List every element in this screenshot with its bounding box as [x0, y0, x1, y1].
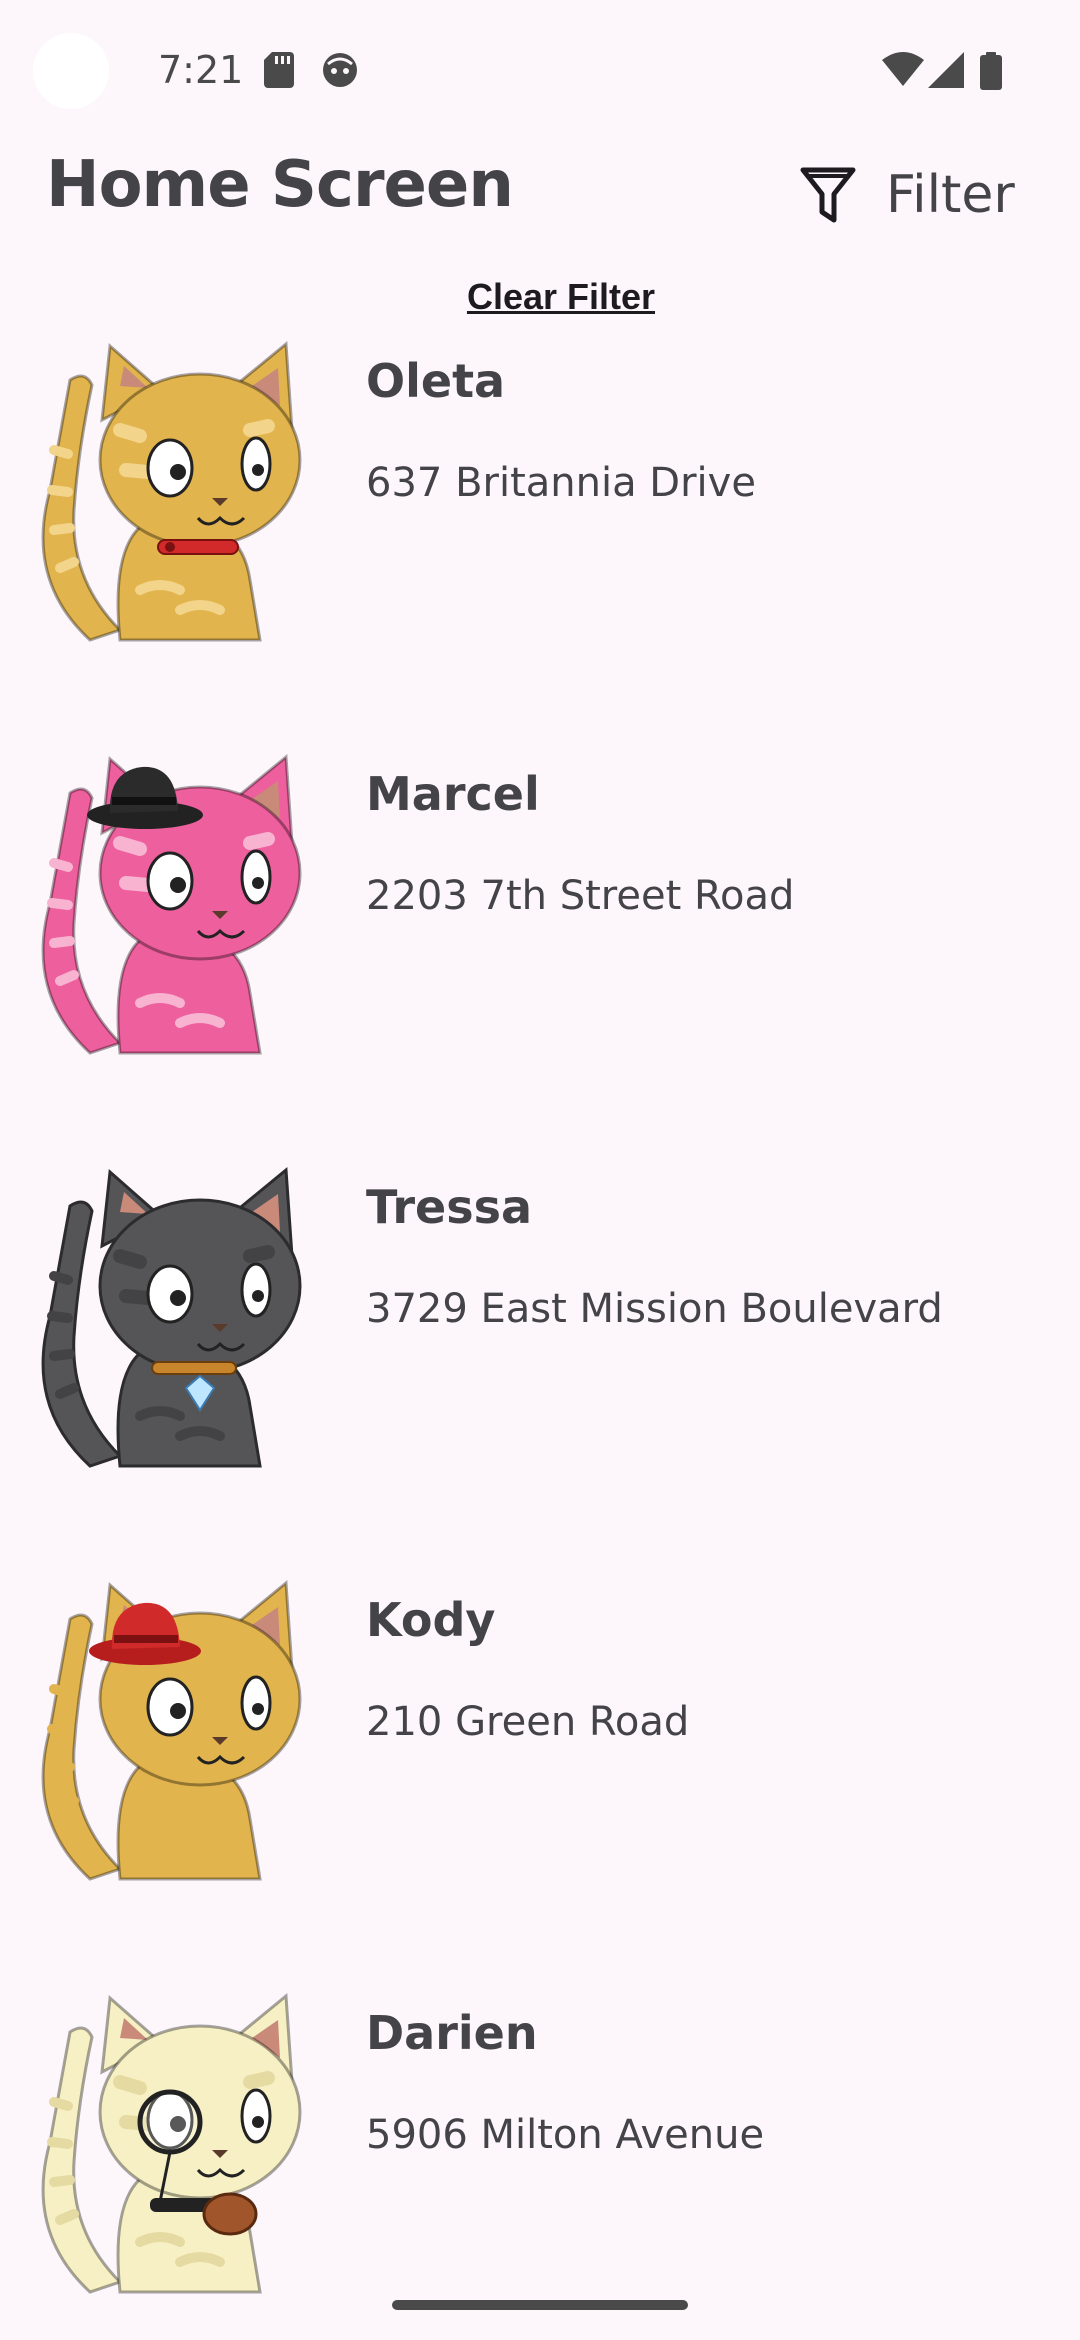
cat-address: 5906 Milton Avenue — [366, 2112, 765, 2158]
gesture-nav-handle[interactable] — [392, 2300, 688, 2310]
cat-name: Darien — [366, 2006, 538, 2060]
cat-list-item[interactable]: Kody 210 Green Road — [0, 1579, 1080, 1889]
status-bar: 7:21 — [0, 0, 1080, 140]
cat-address: 2203 7th Street Road — [366, 873, 795, 919]
cat-avatar-image — [41, 1166, 302, 1468]
cat-avatar-image — [41, 1579, 302, 1881]
filter-button[interactable]: Filter — [800, 152, 1040, 238]
front-camera — [33, 33, 109, 109]
sd-card-icon — [264, 52, 294, 88]
cat-address: 210 Green Road — [366, 1699, 690, 1745]
status-time: 7:21 — [158, 48, 244, 92]
clear-filter-link[interactable]: Clear Filter — [0, 276, 1080, 318]
filter-label: Filter — [886, 165, 1015, 225]
cat-address: 3729 East Mission Boulevard — [366, 1286, 943, 1332]
cat-name: Oleta — [366, 354, 506, 408]
signal-icon — [928, 52, 964, 88]
wifi-icon — [882, 52, 924, 86]
cat-name: Marcel — [366, 767, 540, 821]
cat-list-item[interactable]: Marcel 2203 7th Street Road — [0, 753, 1080, 1063]
cat-avatar-image — [41, 340, 302, 642]
funnel-icon — [800, 167, 856, 223]
cat-list-item[interactable]: Tressa 3729 East Mission Boulevard — [0, 1166, 1080, 1476]
cat-address: 637 Britannia Drive — [366, 460, 756, 506]
battery-icon — [980, 52, 1002, 90]
cat-avatar-image — [41, 1992, 302, 2294]
android-face-icon — [323, 53, 357, 87]
home-screen: 7:21 Home Screen Filter Clear Filter Ole… — [0, 0, 1080, 2340]
cat-name: Kody — [366, 1593, 496, 1647]
page-title: Home Screen — [46, 148, 514, 222]
cat-avatar-image — [41, 753, 302, 1055]
cat-list-item[interactable]: Darien 5906 Milton Avenue — [0, 1992, 1080, 2302]
cat-list-item[interactable]: Oleta 637 Britannia Drive — [0, 340, 1080, 650]
cat-name: Tressa — [366, 1180, 533, 1234]
